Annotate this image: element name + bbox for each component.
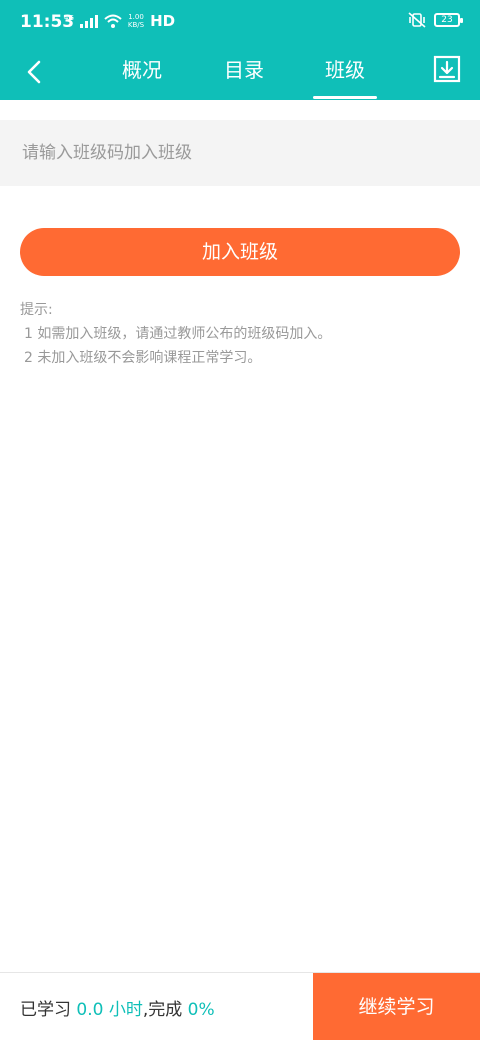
tab-bar: 概况 目录 班级 bbox=[0, 44, 480, 100]
signal-icon bbox=[79, 14, 98, 28]
bottom-bar: 已学习 0.0 小时,完成 0% 继续学习 bbox=[0, 972, 480, 1040]
status-icons: 4G 1.00 KB/S HD bbox=[64, 12, 175, 30]
battery-icon: 23 bbox=[434, 13, 463, 27]
tips: 提示: 1 如需加入班级，请通过教师公布的班级码加入。 2 未加入班级不会影响课… bbox=[20, 298, 331, 370]
hours-unit: 小时 bbox=[108, 1000, 143, 1020]
app-page: 11:53 4G 1.00 KB/S HD 23 概况 目录 班级 请输入班级码… bbox=[0, 0, 480, 1040]
tab-overview[interactable]: 概况 bbox=[110, 54, 174, 83]
wifi-icon bbox=[104, 14, 122, 28]
right-status: 23 bbox=[408, 12, 463, 28]
vibrate-mute-icon bbox=[408, 12, 426, 28]
class-code-input[interactable] bbox=[0, 120, 480, 186]
header: 11:53 4G 1.00 KB/S HD 23 概况 目录 班级 bbox=[0, 0, 480, 100]
download-button[interactable] bbox=[432, 54, 462, 84]
tips-title: 提示: bbox=[20, 302, 53, 318]
tip-item: 1 如需加入班级，请通过教师公布的班级码加入。 bbox=[24, 326, 332, 342]
download-icon bbox=[433, 55, 461, 83]
tip-item: 2 未加入班级不会影响课程正常学习。 bbox=[24, 350, 262, 366]
chevron-left-icon bbox=[27, 60, 41, 84]
tab-catalog[interactable]: 目录 bbox=[212, 54, 276, 83]
network-speed: 1.00 KB/S bbox=[128, 13, 144, 29]
learned-label: 已学习 bbox=[20, 1000, 71, 1020]
network-badge: 4G bbox=[64, 13, 74, 22]
progress-summary: 已学习 0.0 小时,完成 0% bbox=[20, 995, 215, 1020]
tab-class[interactable]: 班级 bbox=[313, 54, 377, 83]
battery-level: 23 bbox=[441, 15, 453, 25]
hd-indicator: HD bbox=[150, 12, 176, 30]
speed-unit: KB/S bbox=[127, 21, 145, 29]
hours-value: 0.0 bbox=[76, 1000, 104, 1020]
continue-learning-button[interactable]: 继续学习 bbox=[313, 973, 480, 1040]
complete-value: 0% bbox=[187, 1000, 215, 1020]
complete-label: ,完成 bbox=[142, 1000, 183, 1020]
speed-value: 1.00 bbox=[128, 13, 144, 21]
back-button[interactable] bbox=[14, 52, 54, 92]
status-bar: 11:53 4G 1.00 KB/S HD 23 bbox=[0, 0, 480, 44]
join-class-button[interactable]: 加入班级 bbox=[20, 228, 460, 276]
active-tab-indicator bbox=[313, 96, 377, 99]
